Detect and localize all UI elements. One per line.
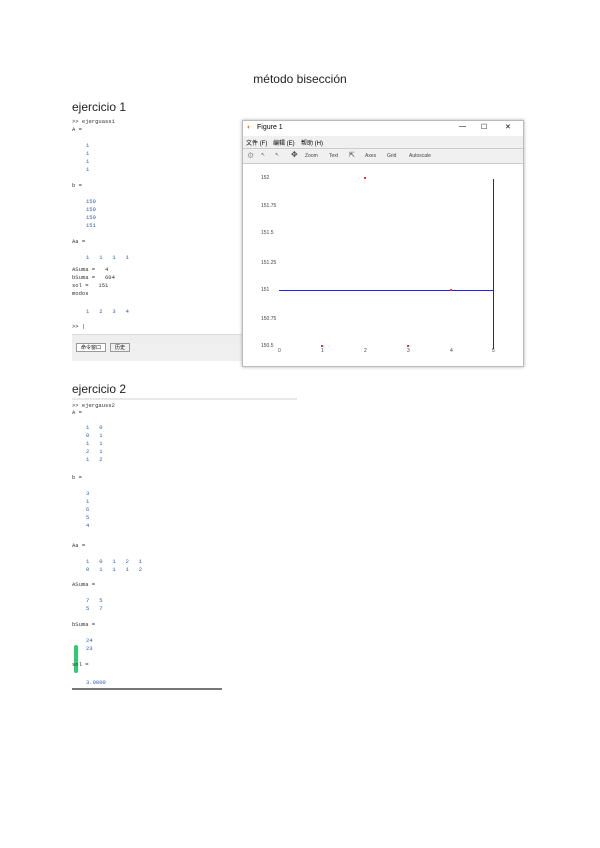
y-tick-label: 151 — [261, 287, 270, 293]
app-icon: ◐ — [247, 124, 252, 131]
console-line: sol = — [72, 661, 89, 668]
console-line: 1 — [86, 150, 90, 157]
y-tick-label: 151.25 — [261, 260, 277, 266]
console-line: 1 1 1 1 — [86, 254, 129, 261]
maximize-button[interactable]: ☐ — [481, 123, 487, 131]
y-tick-label: 150.75 — [261, 316, 277, 322]
console-line: 2 1 — [86, 448, 103, 455]
console-tab-bar: 命令窗口 历史 — [72, 343, 242, 361]
console-line: 0 1 — [86, 432, 103, 439]
gear-icon[interactable]: ⚙ — [247, 151, 254, 160]
console-line: 1 0 — [86, 424, 103, 431]
console-line: 1 — [86, 166, 90, 173]
console-line: 7 5 — [86, 597, 103, 604]
menu-edit[interactable]: 编辑 (E) — [273, 138, 295, 147]
console-line: A = — [72, 409, 82, 416]
function-line — [279, 290, 493, 291]
console-line: bSuma = 604 — [72, 274, 115, 281]
menu-help[interactable]: 帮助 (H) — [301, 138, 323, 147]
text-button[interactable]: Text — [329, 153, 338, 159]
axes-button[interactable]: Axes — [365, 153, 376, 159]
console-line: 3.0000 — [86, 679, 106, 686]
minimize-button[interactable]: — — [459, 123, 466, 130]
horizontal-scrollbar[interactable] — [72, 688, 222, 690]
console-line: ASuma = 4 — [72, 266, 109, 273]
scroll-indicator[interactable] — [74, 645, 78, 673]
tab-history[interactable]: 历史 — [110, 343, 131, 352]
x-tick-label: 2 — [364, 348, 367, 354]
zoom-in-icon[interactable]: ↖ — [261, 152, 265, 158]
console-line: 1 — [86, 498, 90, 505]
console-line: 150 — [86, 206, 96, 213]
console-line: 24 — [86, 637, 93, 644]
console-scrollbar[interactable] — [72, 334, 242, 343]
data-point-marker — [364, 177, 366, 179]
console-line: 151 — [86, 222, 96, 229]
console-line: 150 — [86, 214, 96, 221]
menu-file[interactable]: 文件 (F) — [246, 138, 267, 147]
grid-button[interactable]: Grid — [387, 153, 396, 159]
console-line: 1 2 3 4 — [86, 308, 129, 315]
figure-window: ◐ Figure 1 — ☐ ✕ 文件 (F) 编辑 (E) 帮助 (H) ⚙ … — [242, 120, 524, 367]
x-tick-label: 4 — [450, 348, 453, 354]
console-line: 0 1 1 1 2 — [86, 566, 143, 573]
console-line: 150 — [86, 198, 96, 205]
figure-menubar: 文件 (F) 编辑 (E) 帮助 (H) — [243, 136, 523, 148]
console-line: Aa = — [72, 542, 86, 549]
console-line: 1 2 — [86, 456, 103, 463]
console-line: b = — [72, 474, 82, 481]
data-point-marker — [407, 345, 409, 347]
pan-icon[interactable]: ✥ — [291, 150, 298, 159]
console-line: b = — [72, 182, 82, 189]
console-line: 4 — [86, 522, 90, 529]
close-button[interactable]: ✕ — [505, 123, 511, 131]
zoom-button[interactable]: Zoom — [305, 153, 318, 159]
exercise-1-heading: ejercicio 1 — [72, 100, 127, 114]
data-point-marker — [321, 345, 323, 347]
console-line: 23 — [86, 645, 93, 652]
console-line: >> ejerguass1 — [72, 118, 115, 125]
document-page: método bisección ejercicio 1 命令窗口 历史 ◐ F… — [0, 0, 600, 848]
vertical-line — [493, 179, 494, 349]
console-line: 1 1 — [86, 440, 103, 447]
document-title: método bisección — [253, 72, 347, 86]
autoscale-button[interactable]: Autoscale — [409, 153, 431, 159]
console-line: Aa = — [72, 238, 86, 245]
console-line: modos — [72, 290, 89, 297]
console-line: 1 — [86, 142, 90, 149]
console-line: bSuma = — [72, 621, 96, 628]
console-line: sol = 151 — [72, 282, 109, 289]
y-tick-label: 151.75 — [261, 203, 277, 209]
y-tick-label: 152 — [261, 175, 270, 181]
divider — [72, 398, 297, 400]
console-line: 5 7 — [86, 605, 103, 612]
y-tick-label: 151.5 — [261, 230, 274, 236]
zoom-out-icon[interactable]: ↖ — [275, 152, 279, 158]
x-tick-label: 1 — [321, 348, 324, 354]
console-line: 5 — [86, 514, 90, 521]
figure-titlebar: ◐ Figure 1 — ☐ ✕ — [243, 121, 523, 136]
console-line: A = — [72, 126, 82, 133]
pointer-icon[interactable]: ⇱ — [349, 151, 355, 159]
console-line: ASuma = — [72, 581, 96, 588]
figure-toolbar: ⚙ ↖ ↖ ✥ Zoom Text ⇱ Axes Grid Autoscale — [243, 148, 523, 164]
data-point-marker — [450, 289, 452, 291]
exercise-2-heading: ejercicio 2 — [72, 382, 127, 396]
tab-command-window[interactable]: 命令窗口 — [76, 343, 107, 352]
console-line: >> | — [72, 323, 86, 330]
x-tick-label: 3 — [407, 348, 410, 354]
console-line: 1 — [86, 158, 90, 165]
console-line: 3 — [86, 490, 90, 497]
figure-title: Figure 1 — [257, 124, 283, 131]
plot-area: 152 151.75 151.5 151.25 151 150.75 150.5 0 1 2 3 4 5 — [243, 163, 523, 366]
console-line: 1 0 1 2 1 — [86, 558, 143, 565]
y-tick-label: 150.5 — [261, 343, 274, 349]
console-line: 6 — [86, 506, 90, 513]
x-tick-label: 0 — [278, 348, 281, 354]
